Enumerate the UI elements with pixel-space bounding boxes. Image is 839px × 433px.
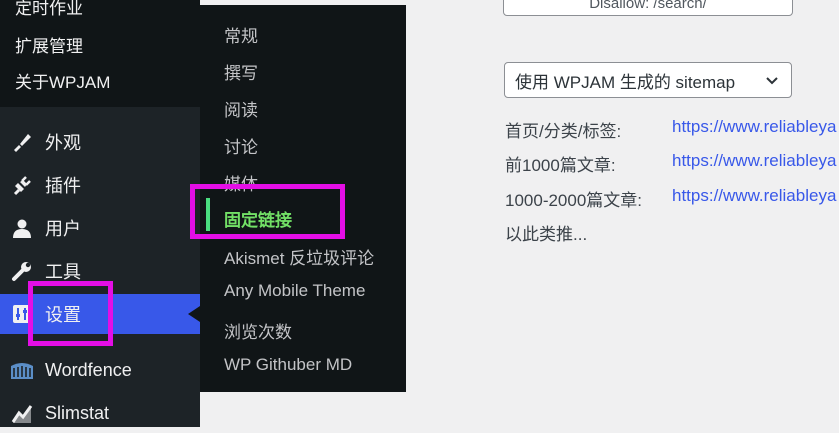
highlight-box-settings (28, 281, 113, 346)
sidebar-item-label: 用户 (45, 219, 81, 239)
wrench-icon (10, 259, 34, 283)
admin-sidebar: 定时作业 扩展管理 关于WPJAM 外观 插件 用户 工具 设置 Wordfen… (0, 0, 200, 427)
submenu-item-extensions[interactable]: 扩展管理 (15, 32, 83, 57)
settings-content: Disallow: /search/ 使用 WPJAM 生成的 sitemap … (406, 0, 839, 427)
sitemap-row: 以此类推... (505, 220, 587, 245)
sidebar-item-label: Wordfence (45, 359, 132, 380)
sitemap-row-label: 首页/分类/标签: (505, 122, 622, 141)
sitemap-row-label: 1000-2000篇文章: (505, 191, 643, 210)
flyout-item-wp-githuber-md[interactable]: WP Githuber MD (224, 355, 352, 375)
submenu-item-about-wpjam[interactable]: 关于WPJAM (15, 68, 110, 93)
sidebar-item-slimstat[interactable]: Slimstat (0, 393, 200, 433)
sitemap-link[interactable]: https://www.reliableya (672, 151, 836, 171)
sidebar-item-users[interactable]: 用户 (0, 208, 200, 248)
sitemap-link[interactable]: https://www.reliableya (672, 117, 836, 137)
chevron-down-icon (765, 72, 779, 86)
flyout-item-any-mobile-theme[interactable]: Any Mobile Theme (224, 281, 365, 301)
sidebar-item-label: Slimstat (45, 402, 110, 423)
robots-textarea[interactable]: Disallow: /search/ (503, 0, 793, 16)
flyout-item-view-counts[interactable]: 浏览次数 (224, 318, 292, 343)
sitemap-link[interactable]: https://www.reliableya (672, 186, 836, 206)
flyout-item-general[interactable]: 常规 (224, 22, 258, 47)
flyout-item-akismet[interactable]: Akismet 反垃圾评论 (224, 244, 374, 269)
sidebar-item-label: 外观 (45, 133, 81, 153)
user-icon (10, 216, 34, 240)
wordfence-icon (10, 358, 34, 382)
flyout-item-reading[interactable]: 阅读 (224, 96, 258, 121)
sitemap-row-label: 以此类推... (505, 225, 588, 244)
highlight-box-permalinks (190, 184, 345, 239)
sitemap-select[interactable]: 使用 WPJAM 生成的 sitemap (504, 62, 792, 98)
sitemap-row: 首页/分类/标签: https://www.reliableya (505, 117, 836, 142)
flyout-item-writing[interactable]: 撰写 (224, 59, 258, 84)
sitemap-row: 1000-2000篇文章: https://www.reliableya (505, 186, 836, 211)
sitemap-row-label: 前1000篇文章: (505, 156, 616, 175)
sidebar-item-label: 插件 (45, 176, 81, 196)
paintbrush-icon (10, 130, 34, 154)
sitemap-select-value: 使用 WPJAM 生成的 sitemap (515, 72, 736, 92)
sidebar-item-appearance[interactable]: 外观 (0, 122, 200, 162)
sidebar-submenu-top: 定时作业 扩展管理 关于WPJAM (0, 0, 200, 107)
flyout-item-discussion[interactable]: 讨论 (224, 133, 258, 158)
sidebar-item-wordfence[interactable]: Wordfence (0, 350, 200, 390)
sidebar-item-plugins[interactable]: 插件 (0, 165, 200, 205)
chart-icon (10, 401, 34, 425)
submenu-item-cron[interactable]: 定时作业 (15, 0, 83, 19)
sitemap-row: 前1000篇文章: https://www.reliableya (505, 151, 836, 176)
plugin-icon (10, 173, 34, 197)
